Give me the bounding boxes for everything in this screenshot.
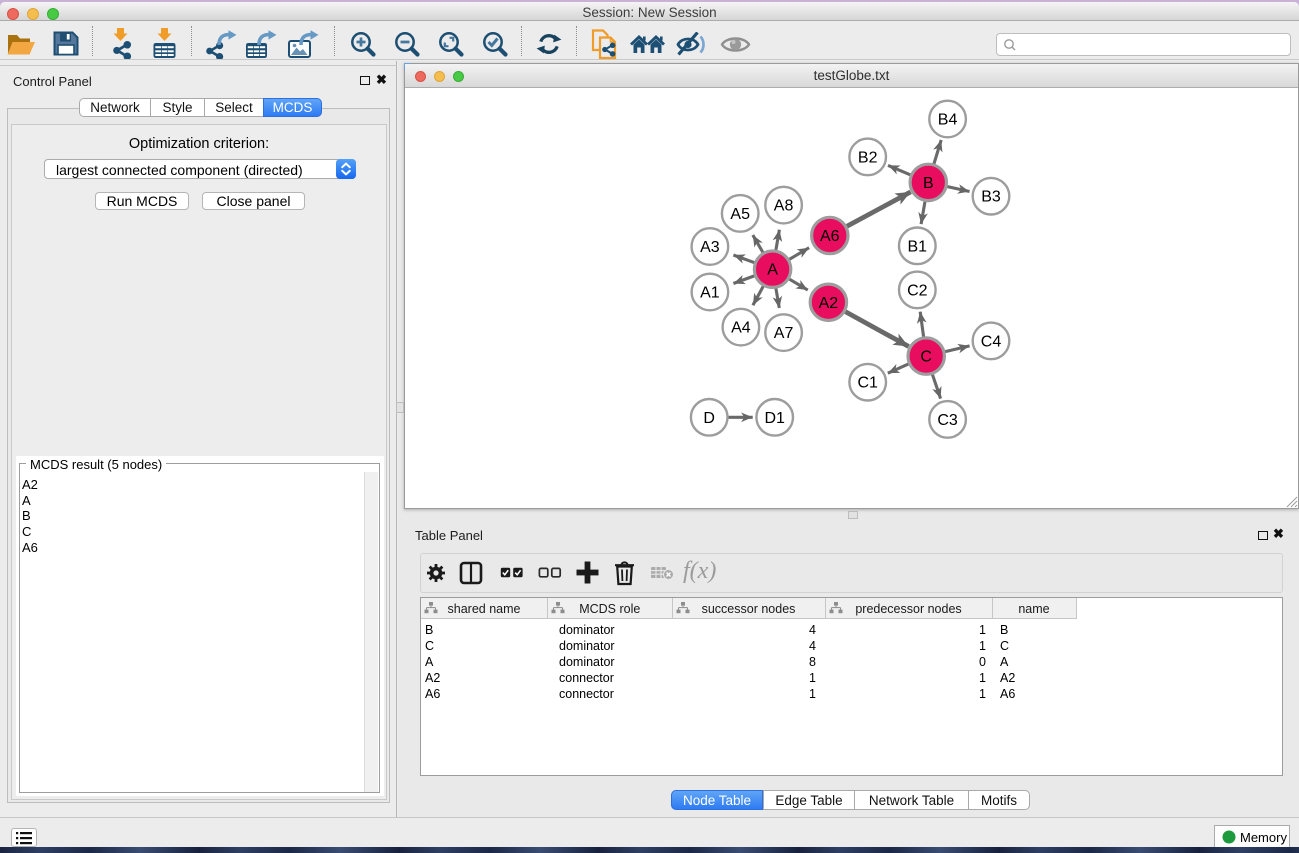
svg-text:A1: A1 [700, 285, 720, 302]
svg-text:A3: A3 [700, 239, 720, 256]
svg-text:D: D [703, 410, 715, 427]
svg-text:C1: C1 [857, 375, 878, 392]
svg-text:B4: B4 [938, 112, 958, 129]
svg-text:A4: A4 [731, 320, 751, 337]
svg-text:A: A [767, 262, 778, 279]
svg-text:A5: A5 [730, 206, 750, 223]
svg-text:D1: D1 [764, 410, 785, 427]
svg-text:C3: C3 [937, 412, 958, 429]
svg-text:C4: C4 [981, 333, 1002, 350]
svg-text:B2: B2 [858, 149, 878, 166]
svg-text:B: B [923, 175, 934, 192]
svg-text:A6: A6 [820, 228, 840, 245]
svg-text:A8: A8 [774, 198, 794, 215]
svg-text:C: C [920, 349, 932, 366]
svg-text:B3: B3 [981, 189, 1001, 206]
svg-text:B1: B1 [908, 238, 928, 255]
svg-text:A2: A2 [819, 295, 839, 312]
svg-text:A7: A7 [774, 325, 794, 342]
svg-text:C2: C2 [907, 282, 928, 299]
